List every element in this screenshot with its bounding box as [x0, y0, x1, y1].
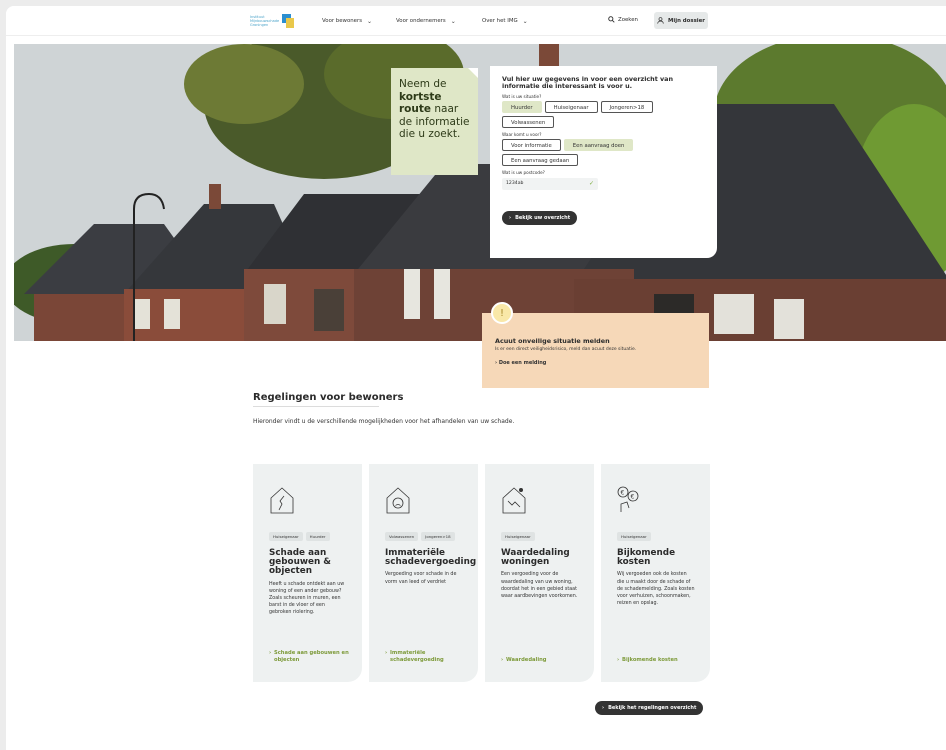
nav-voor-ondernemers[interactable]: Voor ondernemers ⌄: [396, 6, 456, 36]
card-title: Immateriële schadevergoeding: [385, 548, 477, 568]
card-tags: Huiseigenaar: [617, 532, 695, 541]
card-link[interactable]: Waardedaling: [501, 657, 581, 664]
tag: Huiseigenaar: [269, 532, 303, 541]
alert-title: Acuut onveilige situatie melden: [495, 337, 610, 345]
card-description: Wij vergoeden ook de kosten die u maakt …: [617, 572, 695, 607]
submit-overview-button[interactable]: › Bekijk uw overzicht: [502, 211, 578, 226]
tag: Volwassenen: [385, 532, 419, 541]
card-tags: Volwassenen Jongeren>18: [385, 532, 463, 541]
site-logo[interactable]: Instituut Mijnbouwschade Groningen: [250, 12, 294, 30]
option-huurder[interactable]: Huurder: [502, 101, 542, 114]
card-title: Waardedaling woningen: [501, 548, 570, 568]
house-crack-icon: [270, 487, 294, 514]
submit-label: Bekijk uw overzicht: [515, 215, 571, 222]
svg-text:€: €: [621, 490, 625, 497]
card-title: Schade aan gebouwen & objecten: [269, 548, 331, 577]
svg-text:€: €: [631, 494, 635, 501]
card-tags: Huiseigenaar: [501, 532, 579, 541]
card-immateriele-schade[interactable]: Volwassenen Jongeren>18 Immateriële scha…: [369, 464, 478, 682]
site-header: Instituut Mijnbouwschade Groningen Voor …: [6, 6, 946, 36]
card-schade-gebouwen[interactable]: Huiseigenaar Huurder Schade aan gebouwen…: [253, 464, 362, 682]
tag: Huurder: [305, 532, 330, 541]
situation-options: Huurder Huiseigenaar Jongeren>18 Volwass…: [502, 101, 705, 129]
card-bijkomende-kosten[interactable]: € € Huiseigenaar Bijkomende kosten Wij ve…: [601, 464, 710, 682]
postcode-value: 1234ab: [506, 181, 524, 187]
regelingen-overview-button[interactable]: › Bekijk het regelingen overzicht: [595, 701, 704, 715]
nav-label: Voor bewoners: [322, 18, 362, 24]
euro-coins-icon: €€: [617, 486, 639, 512]
nav-over-het-img[interactable]: Over het IMG ⌄: [482, 6, 528, 36]
nav-voor-bewoners[interactable]: Voor bewoners ⌄: [322, 6, 372, 36]
house-decline-icon: [502, 487, 526, 514]
alert-description: Is er een direct veiligheidsrisico, meld…: [495, 347, 637, 352]
card-tags: Huiseigenaar Huurder: [269, 532, 347, 541]
user-icon: [657, 17, 664, 24]
card-link[interactable]: Immateriële schadevergoeding: [385, 650, 465, 664]
chevron-right-icon: ›: [509, 215, 512, 222]
mijn-dossier-button[interactable]: Mijn dossier: [654, 12, 708, 29]
hero-quote-card: Neem de kortste route naar de informatie…: [391, 68, 478, 175]
option-aanvraag-gedaan[interactable]: Een aanvraag gedaan: [502, 154, 579, 167]
card-description: Een vergoeding voor de waardedaling van …: [501, 572, 578, 600]
chevron-down-icon: ⌄: [367, 17, 373, 25]
hero-image: Neem de kortste route naar de informatie…: [14, 44, 946, 341]
purpose-label: Waar komt u voor?: [502, 132, 542, 138]
option-jongeren[interactable]: Jongeren>18: [600, 101, 654, 114]
postcode-input[interactable]: 1234ab ✓: [502, 178, 598, 191]
quote-line1: Neem de: [399, 78, 447, 90]
card-description: Vergoeding voor schade in de vorm van le…: [385, 572, 457, 585]
purpose-options: Voor informatie Een aanvraag doen Een aa…: [502, 139, 705, 167]
warning-icon: !: [491, 302, 513, 324]
card-waardedaling[interactable]: Huiseigenaar Waardedaling woningen Een v…: [485, 464, 594, 682]
search-button[interactable]: Zoeken: [608, 16, 638, 23]
dossier-label: Mijn dossier: [668, 17, 705, 24]
card-link[interactable]: Schade aan gebouwen en objecten: [269, 650, 349, 664]
postcode-label: Wat is uw postcode?: [502, 170, 545, 176]
tag: Huiseigenaar: [501, 532, 535, 541]
alert-report-link[interactable]: › Doe een melding: [495, 360, 697, 366]
logo-text: Instituut Mijnbouwschade Groningen: [250, 15, 280, 27]
nav-label: Voor ondernemers: [396, 18, 446, 24]
section-divider: [253, 406, 379, 407]
house-sad-face-icon: [386, 487, 410, 514]
chevron-down-icon: ⌄: [450, 17, 456, 25]
option-aanvraag-doen[interactable]: Een aanvraag doen: [563, 139, 634, 152]
village-houses-illustration: [14, 44, 946, 341]
page: Instituut Mijnbouwschade Groningen Voor …: [6, 6, 946, 750]
option-volwassenen[interactable]: Volwassenen: [502, 116, 555, 129]
alert-link-label: Doe een melding: [498, 360, 547, 366]
nav-label: Over het IMG: [482, 18, 518, 24]
card-title: Bijkomende kosten: [617, 548, 676, 568]
situation-label: Wat is uw situatie?: [502, 94, 542, 100]
search-label: Zoeken: [618, 16, 638, 23]
chevron-right-icon: ›: [602, 705, 605, 711]
search-icon: [608, 16, 615, 23]
card-description: Heeft u schade ontdekt aan uw woning of …: [269, 581, 345, 616]
section-intro: Hieronder vindt u de verschillende mogel…: [253, 418, 515, 425]
option-huiseigenaar[interactable]: Huiseigenaar: [544, 101, 598, 114]
overview-label: Bekijk het regelingen overzicht: [608, 705, 697, 711]
situation-form: Vul hier uw gegevens in voor een overzic…: [490, 66, 717, 258]
option-voor-informatie[interactable]: Voor informatie: [502, 139, 561, 152]
check-icon: ✓: [588, 180, 594, 188]
section-title: Regelingen voor bewoners: [253, 392, 404, 403]
chevron-right-icon: ›: [495, 360, 498, 366]
form-title: Vul hier uw gegevens in voor een overzic…: [502, 75, 674, 91]
logo-mark-icon: [282, 14, 294, 28]
tag: Jongeren>18: [421, 532, 455, 541]
acute-alert-panel: Acuut onveilige situatie melden Is er ee…: [482, 313, 709, 388]
chevron-down-icon: ⌄: [522, 17, 528, 25]
card-link[interactable]: Bijkomende kosten: [617, 657, 697, 664]
tag: Huiseigenaar: [617, 532, 651, 541]
